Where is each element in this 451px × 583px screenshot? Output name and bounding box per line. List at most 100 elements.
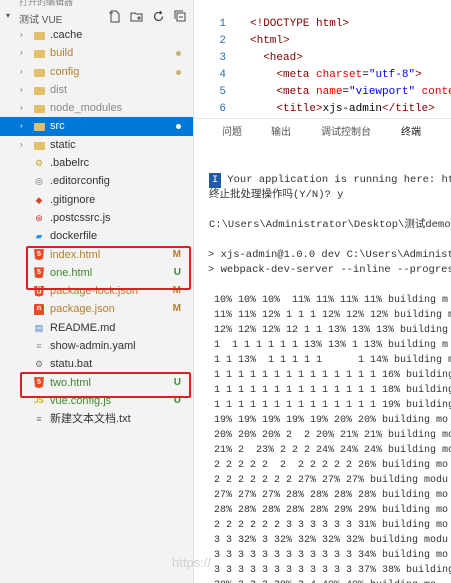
code-token: xjs-admin (322, 103, 383, 115)
code-token: <title> (250, 103, 323, 115)
tree-file-babelrc[interactable]: ⚙ .babelrc (0, 154, 193, 172)
tree-folder-node-modules[interactable]: › node_modules (0, 99, 193, 117)
line-number: 3 (219, 52, 226, 64)
editorconfig-file-icon: ◎ (35, 176, 43, 187)
tab-output[interactable]: 输出 (271, 123, 291, 138)
explorer-sidebar: 打开的编辑器 ▾ 测试 VUE › .cache › build › confi… (0, 0, 194, 583)
line-number: 6 (219, 103, 226, 115)
terminal-output[interactable]: I Your application is running here: htt … (194, 140, 451, 583)
code-token: = (362, 69, 369, 81)
progress-line: 2 2 2 2 2 2 2 27% 27% 27% building modu (214, 475, 449, 486)
tree-file-postcssrc[interactable]: ⊛ .postcssrc.js (0, 209, 193, 227)
tree-item-label: README.md (50, 321, 116, 334)
folder-icon (33, 139, 45, 151)
chevron-right-icon: › (20, 30, 23, 39)
progress-line: 12% 12% 12% 12 1 1 13% 13% 13% building … (214, 325, 451, 336)
tree-folder-cache[interactable]: › .cache (0, 26, 193, 44)
code-editor[interactable]: 1 <!DOCTYPE html> 2 <html> 3 <head> 4 <m… (194, 0, 451, 118)
project-header[interactable]: ▾ 测试 VUE (0, 8, 193, 26)
explorer-actions (107, 9, 187, 23)
chevron-right-icon: › (20, 84, 23, 94)
progress-line: 38% 3 3 3 38% 3 4 40% 40% building mo (214, 578, 436, 583)
line-number: 4 (219, 69, 226, 81)
code-text: <meta charset="utf-8"> (250, 67, 421, 84)
collapse-icon[interactable] (173, 9, 187, 23)
text-file-icon: ≡ (36, 414, 42, 425)
tree-file-gitignore[interactable]: ◆ .gitignore (0, 191, 193, 209)
tree-folder-build[interactable]: › build (0, 44, 193, 62)
progress-line: 3 3 3 3 3 3 3 3 3 3 3 3 34% building mo (214, 550, 449, 561)
terminal-line: > xjs-admin@1.0.0 dev C:\Users\Administr… (208, 249, 451, 261)
terminal-cursor: I (209, 173, 221, 188)
docker-file-icon: ▰ (35, 231, 43, 242)
progress-line: 21% 2 23% 2 2 2 24% 24% 24% building mo (214, 445, 451, 456)
tree-file-show-admin-yaml[interactable]: ≡ show-admin.yaml (0, 337, 193, 355)
progress-line: 1 1 1 1 1 1 1 1 1 1 1 1 1 1 16% building… (214, 370, 451, 381)
yaml-file-icon: ≡ (36, 341, 42, 352)
progress-line: 1 1 13% 1 1 1 1 1 1 14% building m (214, 355, 451, 366)
tree-item-label: node_modules (50, 102, 123, 115)
terminal-line: C:\Users\Administrator\Desktop\测试demo\测 (209, 219, 451, 231)
tree-file-readme[interactable]: ▤ README.md (0, 319, 193, 337)
new-folder-icon[interactable] (129, 9, 143, 23)
highlight-box-index-one (26, 246, 191, 290)
tree-file-editorconfig[interactable]: ◎ .editorconfig (0, 172, 193, 190)
code-token: conter (421, 86, 451, 98)
tree-item-label: dist (50, 83, 68, 96)
progress-line: 1 1 1 1 1 1 1 1 1 1 1 1 1 1 18% building… (214, 385, 451, 396)
tree-file-dockerfile[interactable]: ▰ dockerfile (0, 227, 193, 245)
code-token: "utf-8" (368, 69, 416, 81)
progress-line: 3 3 3 3 3 3 3 3 3 3 3 3 37% 38% building… (214, 565, 451, 576)
chevron-right-icon: › (20, 48, 23, 58)
opened-editors-section[interactable]: 打开的编辑器 (0, 0, 193, 8)
code-token: name (316, 86, 343, 98)
new-file-icon[interactable] (107, 9, 121, 23)
git-file-icon: ◆ (35, 194, 43, 205)
tree-folder-config[interactable]: › config (0, 63, 193, 81)
watermark-text: https:// (172, 555, 212, 570)
postcss-file-icon: ⊛ (35, 212, 43, 223)
line-number: 5 (219, 86, 226, 98)
tree-folder-dist[interactable]: › dist (0, 81, 193, 99)
terminal-text: Your application is running here: htt (221, 174, 451, 186)
tab-terminal[interactable]: 终端 (401, 123, 421, 141)
folder-icon (33, 84, 45, 96)
folder-icon (33, 120, 45, 132)
tree-file-new-text-doc[interactable]: ≡ 新建文本文档.txt (0, 410, 193, 428)
folder-icon (33, 47, 45, 59)
progress-line: 28% 28% 28% 28% 28% 29% 29% building mo (214, 505, 449, 516)
tab-debug-console[interactable]: 调试控制台 (321, 123, 371, 138)
refresh-icon[interactable] (151, 9, 165, 23)
gear-icon: ⚙ (34, 359, 44, 370)
tree-item-label: package.json (50, 303, 115, 316)
npm-file-icon: n (33, 303, 45, 315)
modified-dot (176, 124, 181, 130)
code-token: "viewport" (349, 86, 416, 98)
progress-line: 2 2 2 2 2 2 2 2 2 2 2 26% building mo (214, 460, 449, 471)
line-number: 1 (219, 18, 226, 30)
terminal-line: 终止批处理操作吗(Y/N)? y (209, 189, 344, 201)
progress-line: 20% 20% 20% 2 2 20% 21% 21% building mo (214, 430, 451, 441)
progress-line: 3 3 32% 3 32% 32% 32% 32% building modu (214, 535, 449, 546)
tree-file-package-json[interactable]: n package.json M (0, 300, 193, 318)
code-token: <meta (250, 69, 317, 81)
markdown-file-icon: ▤ (34, 322, 44, 333)
progress-line: 19% 19% 19% 19% 19% 20% 20% building mo (214, 415, 449, 426)
tree-item-label: config (50, 65, 80, 78)
tree-item-label: src (50, 120, 65, 133)
modified-dot (176, 51, 181, 57)
git-modified-badge: M (172, 303, 181, 315)
tree-item-label: .editorconfig (50, 175, 110, 188)
progress-line: 27% 27% 27% 28% 28% 28% 28% building mo (214, 490, 449, 501)
file-tree: › .cache › build › config › dist › node_… (0, 26, 193, 429)
opened-editors-label: 打开的编辑器 (19, 0, 74, 7)
folder-icon (33, 102, 45, 114)
tree-item-label: static (50, 138, 76, 151)
code-text: <html> (250, 33, 290, 50)
tree-folder-src[interactable]: › src (0, 117, 193, 136)
tree-folder-static[interactable]: › static (0, 136, 193, 154)
highlight-box-two (20, 372, 191, 398)
chevron-right-icon: › (20, 66, 23, 76)
tree-file-statu-bat[interactable]: ⚙ statu.bat (0, 355, 193, 373)
tab-problems[interactable]: 问题 (222, 123, 242, 138)
